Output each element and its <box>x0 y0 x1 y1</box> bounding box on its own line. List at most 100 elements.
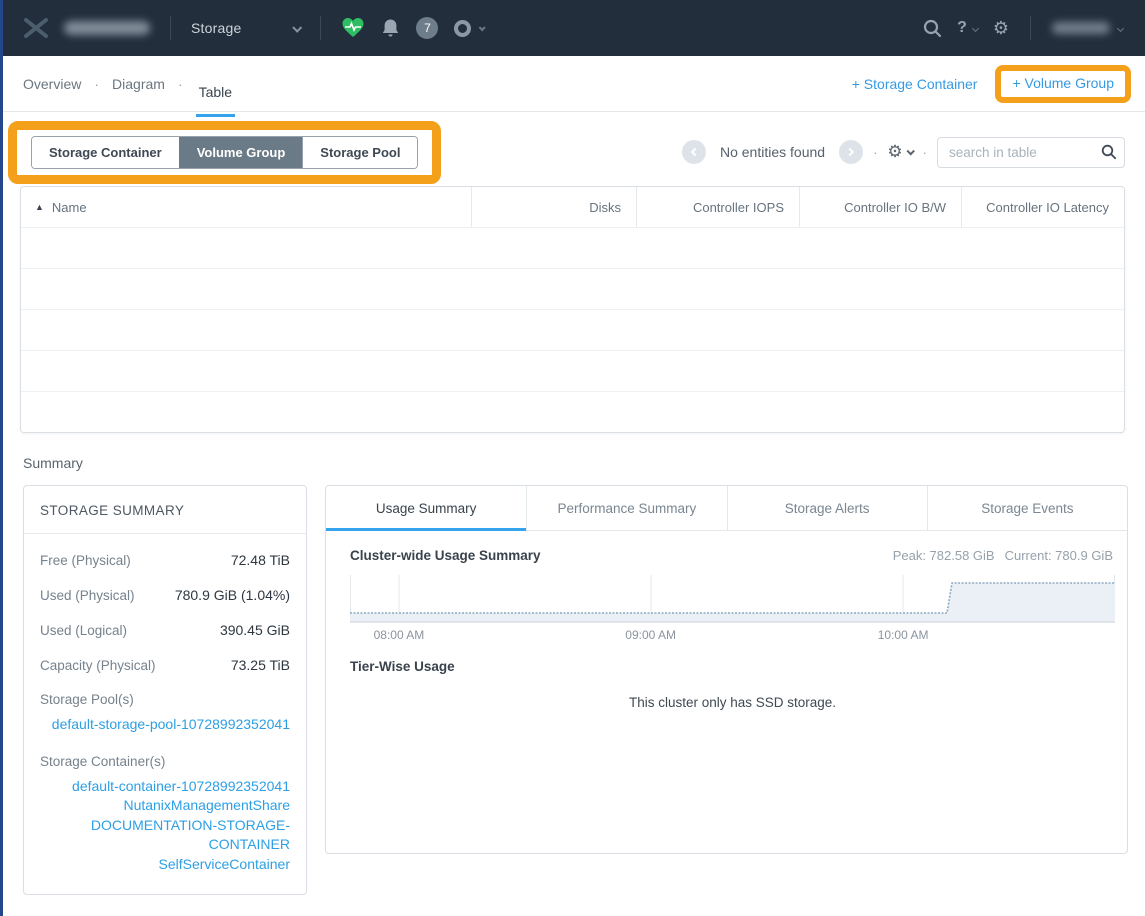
create-actions: + Storage Container + Volume Group <box>852 65 1131 103</box>
stat-label: Used (Physical) <box>40 588 135 603</box>
table-row-empty <box>21 350 1124 391</box>
column-header-controller-io-latency[interactable]: Controller IO Latency <box>961 187 1124 227</box>
storage-pool-link[interactable]: default-storage-pool-10728992352041 <box>40 715 290 735</box>
chevron-down-icon <box>1117 24 1124 31</box>
table-controls: No entities found · ⚙ · <box>682 137 1125 168</box>
annotation-highlight-volume-group: + Volume Group <box>995 65 1131 103</box>
cluster-name-redacted[interactable] <box>64 21 150 35</box>
table-toolbar: Storage Container Volume Group Storage P… <box>0 112 1145 184</box>
notification-count: 7 <box>424 21 431 35</box>
username-redacted <box>1052 22 1110 34</box>
storage-container-link[interactable]: NutanixManagementShare <box>40 796 290 816</box>
tier-wise-usage-message: This cluster only has SSD storage. <box>350 695 1115 710</box>
entity-type-switcher: Storage Container Volume Group Storage P… <box>31 136 418 169</box>
column-header-controller-iops[interactable]: Controller IOPS <box>636 187 799 227</box>
tab-storage-alerts[interactable]: Storage Alerts <box>727 486 927 530</box>
dot-separator: · <box>178 76 183 92</box>
alerts-bell-icon[interactable] <box>381 18 400 39</box>
stat-label: Used (Logical) <box>40 623 127 638</box>
view-link-diagram[interactable]: Diagram <box>112 76 165 92</box>
page-menu-storage[interactable]: Storage <box>191 20 300 36</box>
table-row-empty <box>21 268 1124 309</box>
global-search-icon[interactable] <box>923 19 942 38</box>
chevron-right-icon <box>846 148 854 156</box>
storage-containers-heading: Storage Container(s) <box>40 754 290 769</box>
tier-wise-usage-title: Tier-Wise Usage <box>350 659 1115 674</box>
stat-label: Capacity (Physical) <box>40 658 156 673</box>
summary-detail-card: Usage Summary Performance Summary Storag… <box>325 485 1128 854</box>
stat-used-physical: Used (Physical) 780.9 GiB (1.04%) <box>40 587 290 603</box>
table-settings-menu[interactable]: ⚙ <box>887 142 912 162</box>
page-menu-label: Storage <box>191 20 241 36</box>
stat-capacity-physical: Capacity (Physical) 73.25 TiB <box>40 657 290 673</box>
card-divider <box>24 533 306 534</box>
help-menu[interactable]: ? <box>957 19 978 37</box>
entity-tab-storage-pool[interactable]: Storage Pool <box>302 137 417 168</box>
storage-summary-card: STORAGE SUMMARY Free (Physical) 72.48 Ti… <box>23 485 307 895</box>
navbar-divider <box>1030 16 1031 40</box>
storage-container-link[interactable]: DOCUMENTATION-STORAGE-CONTAINER <box>40 816 290 855</box>
pager-next-button[interactable] <box>839 140 863 164</box>
usage-area-chart[interactable]: 08:00 AM 09:00 AM 10:00 AM <box>350 575 1115 646</box>
settings-gear-icon[interactable]: ⚙ <box>993 18 1009 39</box>
storage-container-links: default-container-10728992352041 Nutanix… <box>40 777 290 875</box>
detail-tabs: Usage Summary Performance Summary Storag… <box>326 486 1127 531</box>
table-search-input[interactable] <box>937 137 1125 168</box>
table-search <box>937 137 1125 168</box>
tab-performance-summary[interactable]: Performance Summary <box>526 486 726 530</box>
summary-section: STORAGE SUMMARY Free (Physical) 72.48 Ti… <box>0 485 1145 895</box>
stat-label: Free (Physical) <box>40 553 131 568</box>
storage-pool-links: default-storage-pool-10728992352041 <box>40 715 290 735</box>
column-header-disks[interactable]: Disks <box>471 187 636 227</box>
view-switcher-bar: Overview · Diagram · Table + Storage Con… <box>0 56 1145 112</box>
chevron-left-icon <box>691 148 699 156</box>
user-menu[interactable] <box>1052 22 1123 34</box>
health-heart-icon[interactable] <box>341 17 365 39</box>
view-link-table[interactable]: Table <box>196 68 235 117</box>
usage-chart-plot <box>350 575 1115 623</box>
x-tick: 10:00 AM <box>878 628 929 642</box>
stat-free-physical: Free (Physical) 72.48 TiB <box>40 552 290 568</box>
chevron-down-icon <box>479 24 486 31</box>
usage-chart-x-axis: 08:00 AM 09:00 AM 10:00 AM <box>350 626 1115 646</box>
table-row-empty <box>21 309 1124 350</box>
table-row-empty <box>21 391 1124 432</box>
usage-summary-panel: Cluster-wide Usage Summary Peak: 782.58 … <box>326 531 1127 710</box>
chevron-down-icon <box>906 147 914 155</box>
storage-container-link[interactable]: SelfServiceContainer <box>40 855 290 875</box>
x-tick: 08:00 AM <box>374 628 425 642</box>
pager-status-text: No entities found <box>720 144 825 160</box>
summary-section-label: Summary <box>23 455 1145 471</box>
column-label: Name <box>52 200 87 215</box>
usage-chart-stats: Peak: 782.58 GiB Current: 780.9 GiB <box>893 548 1113 563</box>
chevron-down-icon <box>293 22 303 32</box>
tab-usage-summary[interactable]: Usage Summary <box>326 486 526 530</box>
add-storage-container-button[interactable]: + Storage Container <box>852 76 978 92</box>
tab-storage-events[interactable]: Storage Events <box>927 486 1127 530</box>
top-navbar: Storage 7 <box>0 0 1145 56</box>
navbar-divider <box>170 16 171 40</box>
view-link-overview[interactable]: Overview <box>23 76 81 92</box>
nutanix-x-logo[interactable] <box>24 18 48 38</box>
column-header-name[interactable]: ▲ Name <box>21 187 471 227</box>
stat-value: 72.48 TiB <box>231 552 290 568</box>
entity-tab-storage-container[interactable]: Storage Container <box>32 137 179 168</box>
stat-value: 390.45 GiB <box>220 622 290 638</box>
tasks-menu[interactable] <box>454 20 484 37</box>
navbar-divider <box>320 16 321 40</box>
tasks-ring-icon <box>454 20 471 37</box>
pager-prev-button[interactable] <box>682 140 706 164</box>
entities-table: ▲ Name Disks Controller IOPS Controller … <box>20 186 1125 433</box>
chevron-down-icon <box>972 24 979 31</box>
notification-count-badge[interactable]: 7 <box>416 17 438 39</box>
entity-tab-volume-group[interactable]: Volume Group <box>179 137 303 168</box>
table-row-empty <box>21 227 1124 268</box>
add-volume-group-button[interactable]: + Volume Group <box>1012 75 1114 91</box>
window-left-edge <box>0 0 3 916</box>
x-tick: 09:00 AM <box>625 628 676 642</box>
storage-container-link[interactable]: default-container-10728992352041 <box>40 777 290 797</box>
dot-separator: · <box>873 145 877 160</box>
storage-summary-title: STORAGE SUMMARY <box>40 503 290 518</box>
column-header-controller-io-bw[interactable]: Controller IO B/W <box>799 187 961 227</box>
usage-chart-title: Cluster-wide Usage Summary <box>350 548 541 563</box>
